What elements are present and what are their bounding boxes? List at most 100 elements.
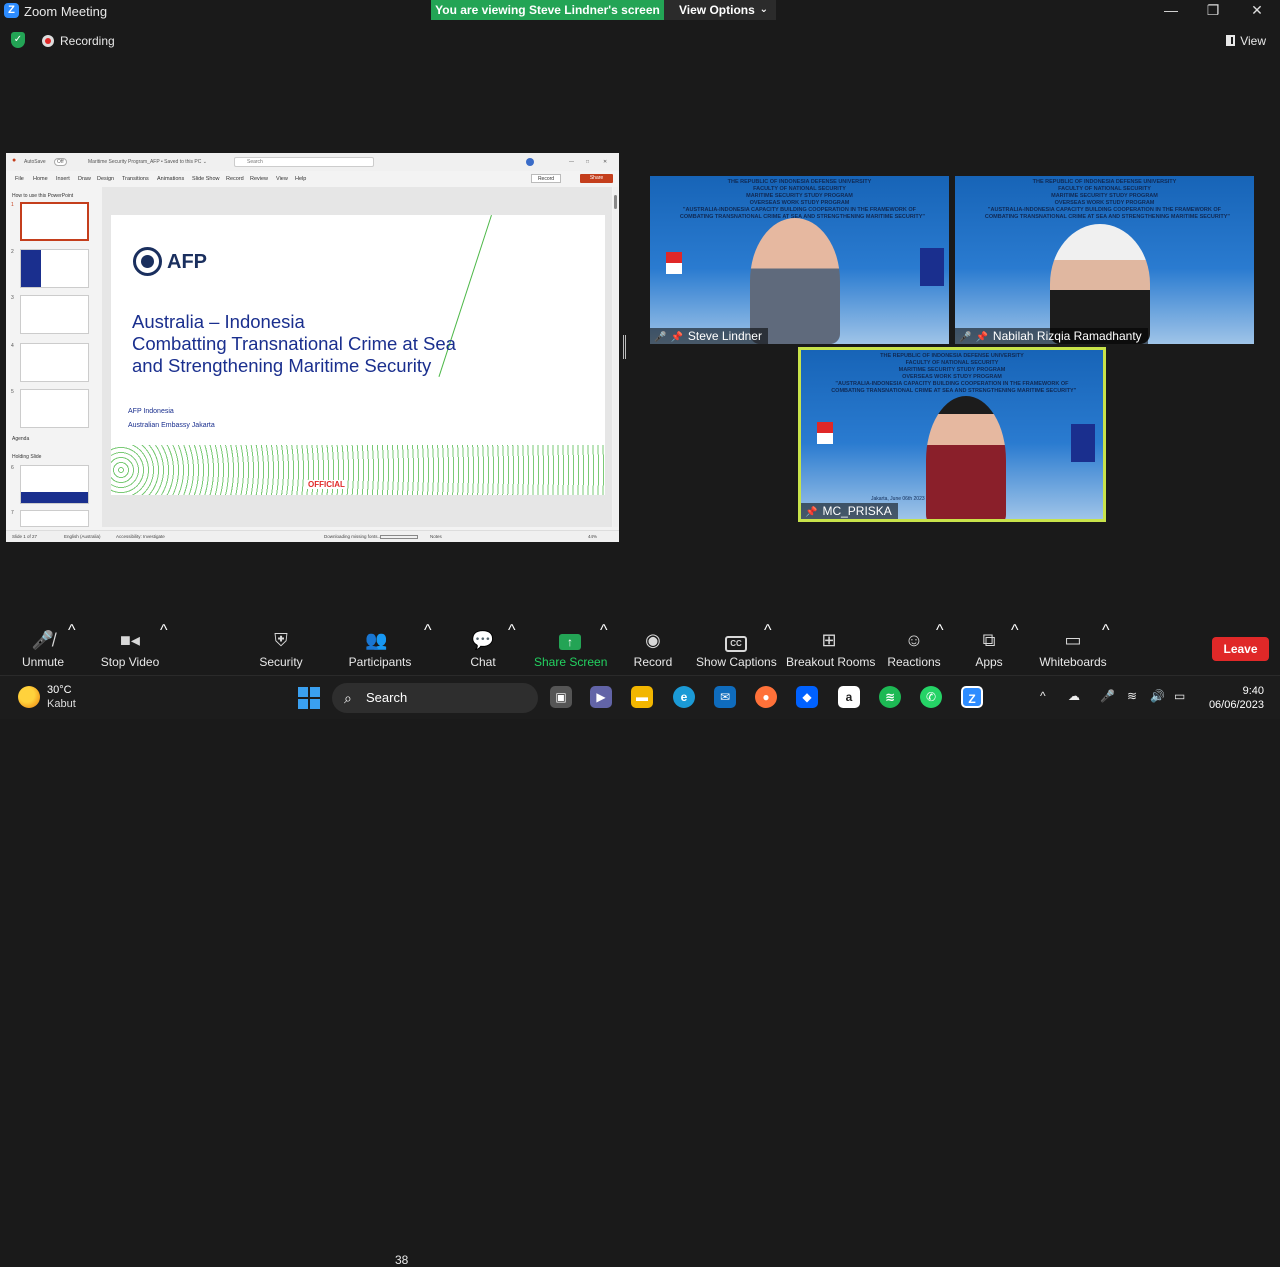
zoom-level[interactable]: 44% xyxy=(588,534,597,539)
ppt-tab[interactable]: Home xyxy=(33,176,48,182)
view-layout-icon xyxy=(1226,35,1236,46)
view-options-button[interactable]: View Options ⌄ xyxy=(664,0,776,20)
apps-options-caret[interactable]: ^ xyxy=(1011,622,1019,640)
current-slide[interactable]: AFP Australia – Indonesia Combatting Tra… xyxy=(111,215,605,495)
chat-options-caret[interactable]: ^ xyxy=(508,622,516,640)
reactions-options-caret[interactable]: ^ xyxy=(936,622,944,640)
audio-options-caret[interactable]: ^ xyxy=(68,622,76,640)
ppt-tab[interactable]: Slide Show xyxy=(192,176,220,182)
encryption-shield-icon[interactable]: ✓ xyxy=(11,32,25,48)
ppt-restore[interactable]: □ xyxy=(586,159,589,165)
ppt-tab[interactable]: Animations xyxy=(157,176,184,182)
taskbar-clock[interactable]: 9:40 06/06/2023 xyxy=(1209,684,1264,712)
ppt-search-input[interactable]: Search xyxy=(234,157,374,167)
share-screen-icon: ↑ xyxy=(559,630,581,650)
tray-overflow-chevron-icon[interactable]: ^ xyxy=(1040,689,1046,703)
ppt-record-button[interactable]: Record xyxy=(531,174,561,183)
stop-video-button[interactable]: ■◂ Stop Video xyxy=(96,622,164,674)
ppt-tab[interactable]: View xyxy=(276,176,288,182)
amazon-icon[interactable]: a xyxy=(838,686,860,708)
whatsapp-icon[interactable]: ✆ xyxy=(920,686,942,708)
slide-thumbnail-6[interactable] xyxy=(20,465,89,504)
slide-thumbnail-4[interactable] xyxy=(20,343,89,382)
user-avatar[interactable] xyxy=(526,158,534,166)
background-footer: Jakarta, June 06th 2023 xyxy=(871,496,925,502)
language-status[interactable]: English (Australia) xyxy=(64,534,101,539)
slide-thumbnail-1[interactable] xyxy=(20,202,89,241)
zoom-taskbar-icon[interactable]: Z xyxy=(961,686,983,708)
microphone-tray-icon[interactable]: 🎤 xyxy=(1100,689,1115,703)
whiteboards-button[interactable]: ▭ Whiteboards xyxy=(1036,622,1110,674)
ppt-filename: Maritime Security Program_AFP • Saved to… xyxy=(88,159,207,165)
slide-thumbnail-5[interactable] xyxy=(20,389,89,428)
ppt-tab[interactable]: Insert xyxy=(56,176,70,182)
firefox-icon[interactable]: ● xyxy=(755,686,777,708)
section-holding[interactable]: Holding Slide xyxy=(12,454,41,460)
restore-button[interactable]: ❐ xyxy=(1203,2,1223,19)
video-tile-nabilah[interactable]: THE REPUBLIC OF INDONESIA DEFENSE UNIVER… xyxy=(955,176,1254,344)
ppt-tab[interactable]: File xyxy=(15,176,24,182)
captions-options-caret[interactable]: ^ xyxy=(764,622,772,640)
weather-temperature[interactable]: 30°C xyxy=(47,684,72,696)
weather-condition[interactable]: Kabut xyxy=(47,698,76,710)
ppt-tab[interactable]: Record xyxy=(226,176,244,182)
chat-button[interactable]: 💬 Chat xyxy=(462,622,504,674)
onedrive-cloud-icon[interactable]: ☁ xyxy=(1068,689,1080,703)
section-how-to[interactable]: How to use this PowerPoint xyxy=(12,193,73,199)
ppt-vertical-scrollbar[interactable] xyxy=(613,187,618,527)
share-options-caret[interactable]: ^ xyxy=(600,622,608,640)
edge-icon[interactable]: e xyxy=(673,686,695,708)
slide-thumbnail-7[interactable] xyxy=(20,510,89,527)
task-view-icon[interactable]: ▣ xyxy=(550,686,572,708)
download-status: Downloading missing fonts... xyxy=(324,534,382,539)
file-explorer-icon[interactable]: ▬ xyxy=(631,686,653,708)
slide-thumbnail-3[interactable] xyxy=(20,295,89,334)
dropbox-icon[interactable]: ◆ xyxy=(796,686,818,708)
view-button[interactable]: View xyxy=(1226,34,1266,48)
windows-start-icon[interactable] xyxy=(298,687,320,709)
whiteboards-options-caret[interactable]: ^ xyxy=(1102,622,1110,640)
slide-thumbnail-2[interactable] xyxy=(20,249,89,288)
breakout-rooms-button[interactable]: ⊞ Breakout Rooms xyxy=(786,622,875,674)
share-screen-button[interactable]: ↑ Share Screen xyxy=(534,622,607,674)
mail-icon[interactable]: ✉ xyxy=(714,686,736,708)
weather-icon[interactable] xyxy=(18,686,40,708)
background-banner: THE REPUBLIC OF INDONESIA DEFENSE UNIVER… xyxy=(679,179,926,220)
unmute-button[interactable]: 🎤̸ Unmute xyxy=(12,622,74,674)
speaker-icon[interactable]: 🔊 xyxy=(1150,689,1165,703)
close-button[interactable]: ✕ xyxy=(1247,2,1267,19)
section-agenda[interactable]: Agenda xyxy=(12,436,29,442)
ppt-close[interactable]: ✕ xyxy=(603,159,607,165)
ppt-tab[interactable]: Transitions xyxy=(122,176,149,182)
accessibility-status[interactable]: Accessibility: Investigate xyxy=(116,534,165,539)
slide-number: 7 xyxy=(11,510,14,516)
video-tile-mc-priska[interactable]: THE REPUBLIC OF INDONESIA DEFENSE UNIVER… xyxy=(798,347,1106,522)
whiteboards-label: Whiteboards xyxy=(1039,655,1107,669)
splitter-handle[interactable] xyxy=(623,335,626,359)
participants-options-caret[interactable]: ^ xyxy=(424,622,432,640)
wifi-icon[interactable]: ≋ xyxy=(1127,689,1137,703)
recording-label[interactable]: Recording xyxy=(60,34,115,48)
ppt-tab[interactable]: Review xyxy=(250,176,268,182)
ppt-tab[interactable]: Draw xyxy=(78,176,91,182)
video-tile-steve[interactable]: THE REPUBLIC OF INDONESIA DEFENSE UNIVER… xyxy=(650,176,949,344)
leave-button[interactable]: Leave xyxy=(1212,637,1269,661)
security-button[interactable]: ⛨ Security xyxy=(254,622,308,674)
ppt-share-button[interactable]: Share xyxy=(580,174,613,183)
ppt-tab[interactable]: Design xyxy=(97,176,114,182)
teams-icon[interactable]: ▶ xyxy=(590,686,612,708)
video-options-caret[interactable]: ^ xyxy=(160,622,168,640)
reactions-button[interactable]: ☺ Reactions xyxy=(886,622,942,674)
notes-button[interactable]: Notes xyxy=(430,534,442,539)
spotify-icon[interactable]: ≋ xyxy=(879,686,901,708)
apps-button[interactable]: ⧉ Apps xyxy=(968,622,1010,674)
battery-icon[interactable]: ▭ xyxy=(1174,689,1185,703)
minimize-button[interactable]: — xyxy=(1161,2,1181,18)
record-button[interactable]: ◉ Record xyxy=(630,622,676,674)
participants-button[interactable]: 👥 Participants xyxy=(344,622,416,674)
autosave-toggle[interactable]: Off xyxy=(54,158,67,166)
ppt-tab[interactable]: Help xyxy=(295,176,306,182)
ppt-minimize[interactable]: — xyxy=(569,159,574,165)
taskbar-search-input[interactable]: ⌕ Search xyxy=(332,683,538,713)
slide-subtitle-2: Australian Embassy Jakarta xyxy=(128,422,215,429)
